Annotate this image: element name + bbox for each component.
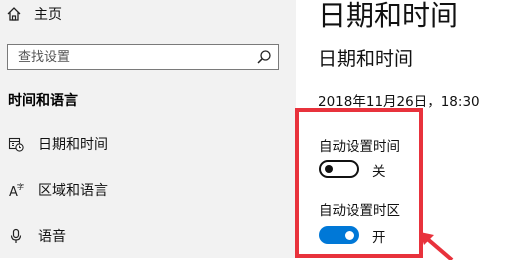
sidebar-item-date-time[interactable]: 日期和时间 <box>0 130 296 158</box>
sidebar-item-label: 区域和语言 <box>38 183 108 199</box>
page-title: 日期和时间 <box>318 0 459 32</box>
highlight-box <box>295 108 423 258</box>
svg-text:字: 字 <box>17 182 24 191</box>
search-icon[interactable] <box>256 49 272 65</box>
home-label: 主页 <box>34 7 62 23</box>
home-nav-item[interactable]: 主页 <box>6 2 62 26</box>
sidebar-item-speech[interactable]: 语音 <box>0 222 296 250</box>
sidebar-item-region-language[interactable]: A 字 区域和语言 <box>0 176 296 204</box>
search-box[interactable] <box>7 44 279 70</box>
sidebar-item-label: 日期和时间 <box>38 137 108 153</box>
nav-section-title: 时间和语言 <box>8 93 78 109</box>
search-input[interactable] <box>8 45 258 69</box>
section-heading: 日期和时间 <box>318 48 414 70</box>
microphone-icon <box>10 228 22 243</box>
calendar-clock-icon <box>8 137 24 152</box>
language-icon: A 字 <box>9 182 24 198</box>
annotation-arrow-icon <box>420 232 454 260</box>
home-icon <box>7 7 21 21</box>
current-datetime: 2018年11月26日，18:30 <box>318 94 480 110</box>
sidebar-item-label: 语音 <box>38 229 66 245</box>
settings-nav-pane: 主页 时间和语言 日期和时间 A 字 区域和语言 <box>0 0 296 258</box>
